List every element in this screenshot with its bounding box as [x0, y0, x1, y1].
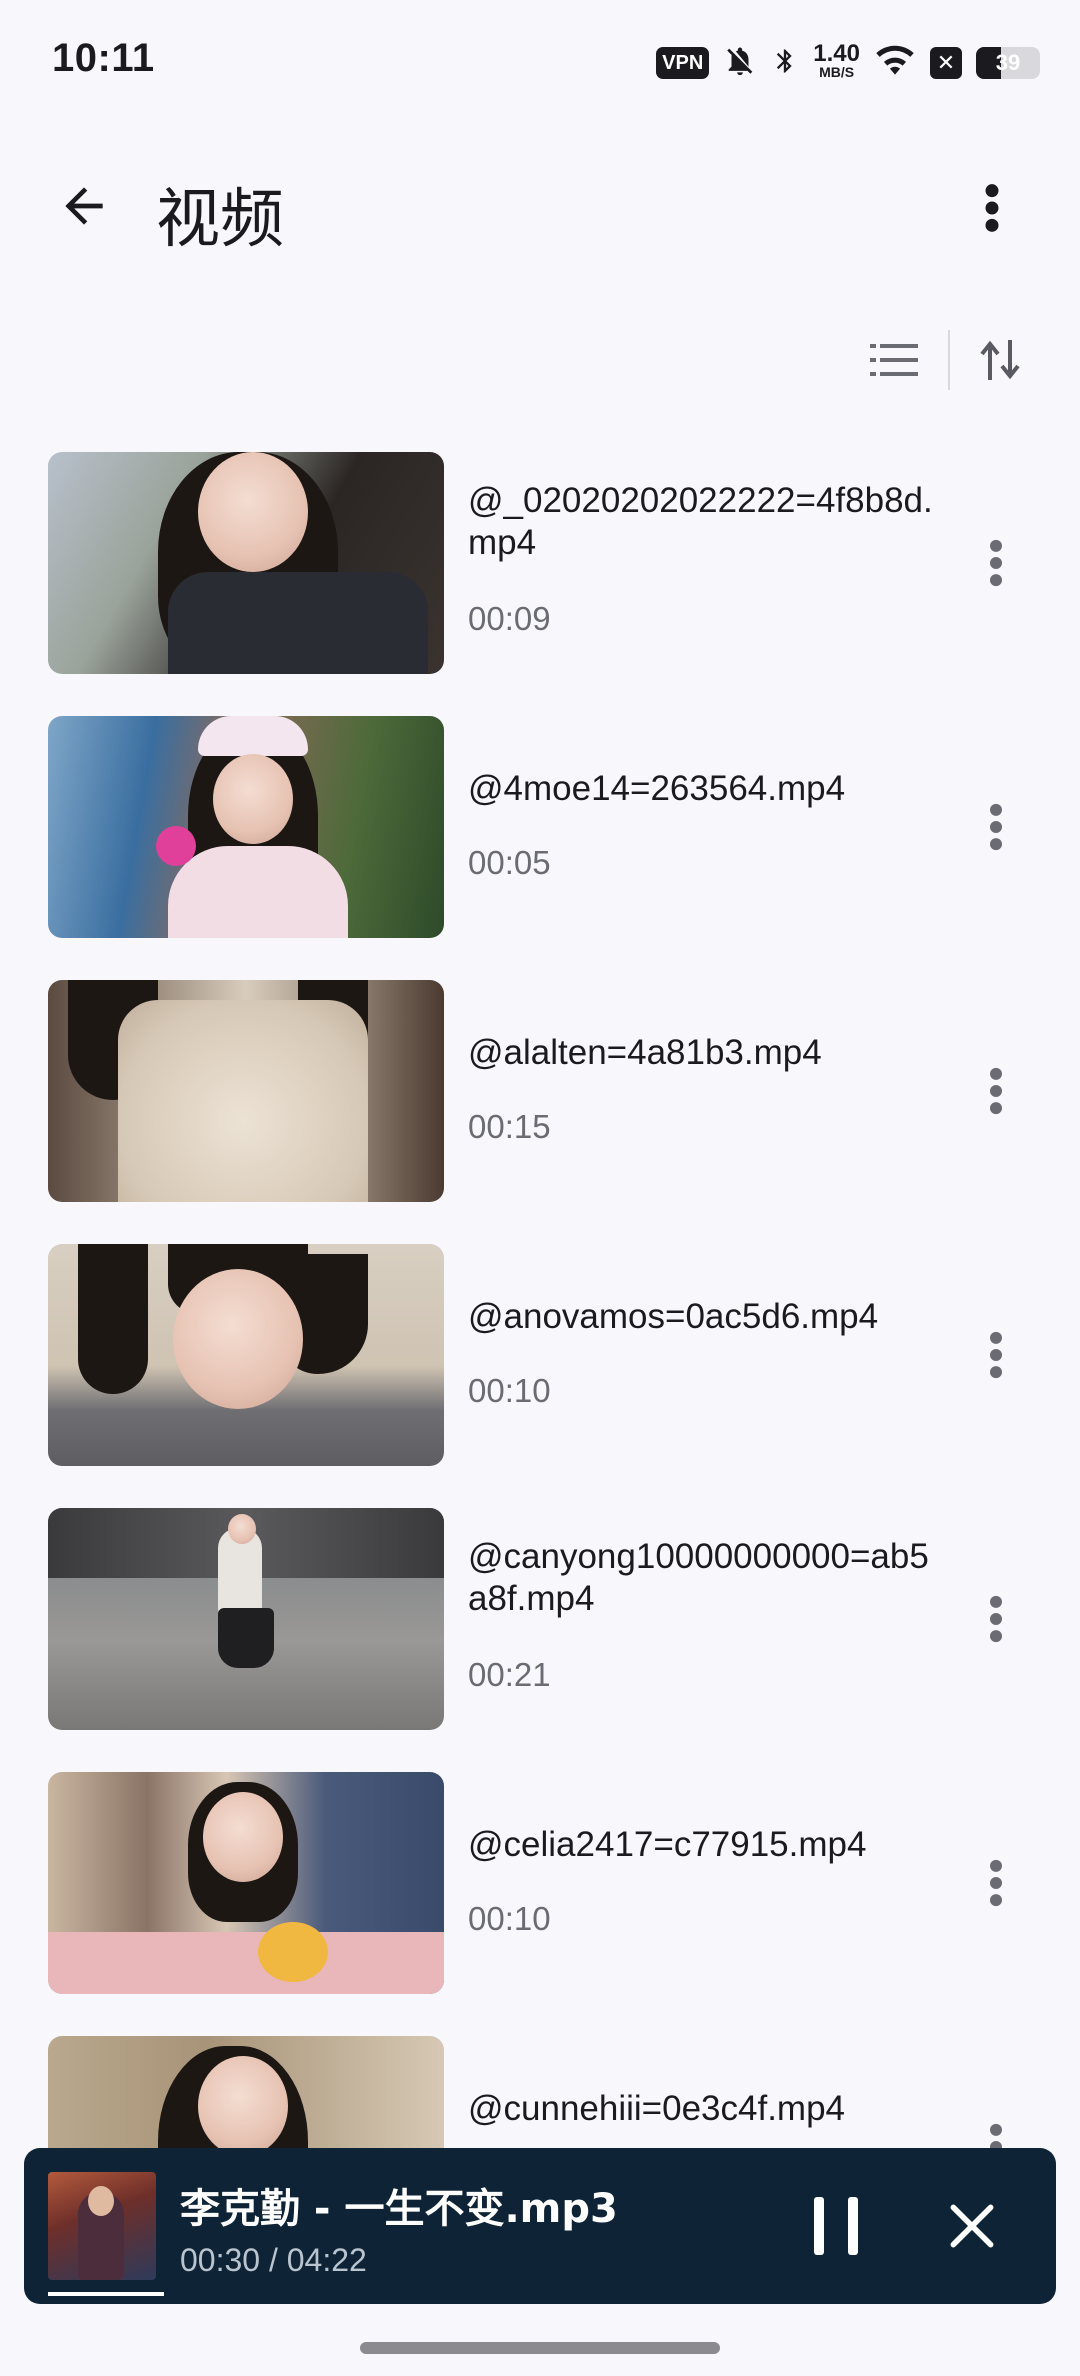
video-more-button[interactable] — [964, 1051, 1028, 1131]
list-view-icon — [870, 344, 918, 376]
more-vert-icon — [990, 803, 1002, 851]
video-item[interactable]: @anovamos=0ac5d6.mp4 00:10 — [0, 1244, 1080, 1466]
video-duration: 00:09 — [468, 600, 551, 637]
arrow-back-icon — [65, 187, 103, 225]
video-title: @anovamos=0ac5d6.mp4 — [468, 1297, 879, 1336]
bluetooth-icon — [771, 44, 799, 83]
video-title: @celia2417=c77915.mp4 — [468, 1825, 867, 1864]
video-more-button[interactable] — [964, 1315, 1028, 1395]
video-thumbnail — [48, 1772, 444, 1994]
back-button[interactable] — [48, 170, 120, 242]
view-mode-button[interactable] — [862, 332, 926, 388]
video-duration: 00:15 — [468, 1108, 551, 1145]
video-thumbnail — [48, 452, 444, 674]
video-duration: 00:05 — [468, 844, 551, 881]
video-duration: 00:10 — [468, 1900, 551, 1937]
bell-off-icon — [723, 44, 757, 83]
toolbar-divider — [948, 330, 950, 390]
network-speed: 1.40 MB/S — [813, 40, 860, 81]
video-title: @_02020202022222=4f8b8d.mp4 — [468, 481, 933, 562]
video-thumbnail — [48, 716, 444, 938]
track-title: 李克勤 - 一生不变.mp3 — [180, 2186, 618, 2232]
album-art-head — [88, 2186, 114, 2216]
video-more-button[interactable] — [964, 1843, 1028, 1923]
app-bar: 视频 — [0, 150, 1080, 270]
mini-player[interactable]: 李克勤 - 一生不变.mp3 00:30 / 04:22 — [24, 2148, 1056, 2304]
playback-progress — [48, 2292, 164, 2296]
wifi-icon — [874, 44, 916, 83]
video-title: @alalten=4a81b3.mp4 — [468, 1033, 822, 1072]
track-time: 00:30 / 04:22 — [180, 2242, 367, 2278]
album-art — [48, 2172, 156, 2280]
more-vert-icon — [990, 539, 1002, 587]
battery-level: 39 — [995, 50, 1021, 75]
close-icon — [950, 2204, 994, 2248]
video-more-button[interactable] — [964, 523, 1028, 603]
video-thumbnail — [48, 1244, 444, 1466]
more-vert-icon — [990, 1859, 1002, 1907]
video-title: @cunnehiii=0e3c4f.mp4 — [468, 2089, 846, 2128]
home-indicator[interactable] — [360, 2342, 720, 2354]
status-bar: 10:11 VPN 1.40 MB/S ✕ 39 — [0, 0, 1080, 120]
more-vert-icon — [990, 1331, 1002, 1379]
video-thumbnail — [48, 1508, 444, 1730]
status-icons: VPN 1.40 MB/S ✕ 39 — [656, 40, 1040, 86]
video-more-button[interactable] — [964, 787, 1028, 867]
pause-icon — [814, 2197, 858, 2255]
status-time: 10:11 — [52, 36, 155, 80]
overflow-menu-button[interactable] — [956, 172, 1028, 244]
battery-icon: 39 — [976, 47, 1040, 79]
page-title: 视频 — [156, 183, 284, 257]
video-item[interactable]: @alalten=4a81b3.mp4 00:15 — [0, 980, 1080, 1202]
video-item[interactable]: @4moe14=263564.mp4 00:05 — [0, 716, 1080, 938]
sort-button[interactable] — [968, 332, 1032, 388]
more-vert-icon — [990, 1595, 1002, 1643]
video-item[interactable]: @_02020202022222=4f8b8d.mp4 00:09 — [0, 452, 1080, 674]
more-vert-icon — [990, 1067, 1002, 1115]
list-toolbar — [0, 320, 1080, 400]
video-more-button[interactable] — [964, 1579, 1028, 1659]
vpn-badge: VPN — [656, 47, 710, 79]
video-item[interactable]: @celia2417=c77915.mp4 00:10 — [0, 1772, 1080, 1994]
video-item[interactable]: @canyong10000000000=ab5a8f.mp4 00:21 — [0, 1508, 1080, 1730]
more-vert-icon — [985, 184, 999, 232]
sort-icon — [980, 340, 1020, 380]
pause-button[interactable] — [794, 2184, 878, 2268]
video-thumbnail — [48, 980, 444, 1202]
video-title: @canyong10000000000=ab5a8f.mp4 — [468, 1537, 929, 1618]
notification-x-icon: ✕ — [930, 47, 962, 79]
video-duration: 00:10 — [468, 1372, 551, 1409]
close-player-button[interactable] — [930, 2184, 1014, 2268]
video-duration: 00:21 — [468, 1656, 551, 1693]
video-title: @4moe14=263564.mp4 — [468, 769, 846, 808]
